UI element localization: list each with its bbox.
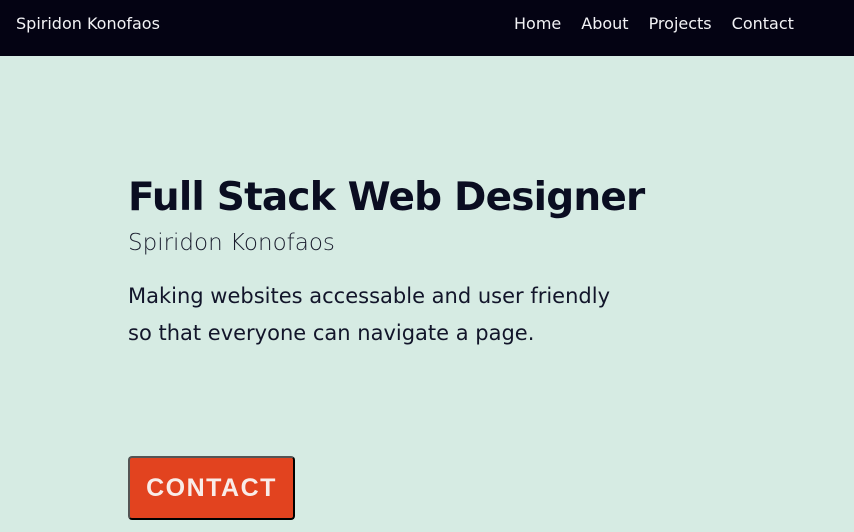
top-navigation-bar: Spiridon Konofaos Home About Projects Co…	[0, 0, 854, 56]
contact-button[interactable]: CONTACT	[128, 456, 295, 520]
nav-home-link[interactable]: Home	[514, 14, 561, 34]
nav-projects-link[interactable]: Projects	[649, 14, 712, 34]
nav-contact-link[interactable]: Contact	[732, 14, 794, 34]
main-navigation: Home About Projects Contact	[514, 14, 794, 34]
nav-about-link[interactable]: About	[581, 14, 628, 34]
hero-description: Making websites accessable and user frie…	[128, 284, 611, 345]
hero-subtitle: Spiridon Konofaos	[128, 230, 335, 256]
brand-link[interactable]: Spiridon Konofaos	[16, 14, 160, 34]
hero-content: Full Stack Web Designer Spiridon Konofao…	[128, 172, 648, 352]
hero-title: Full Stack Web Designer	[128, 175, 645, 220]
